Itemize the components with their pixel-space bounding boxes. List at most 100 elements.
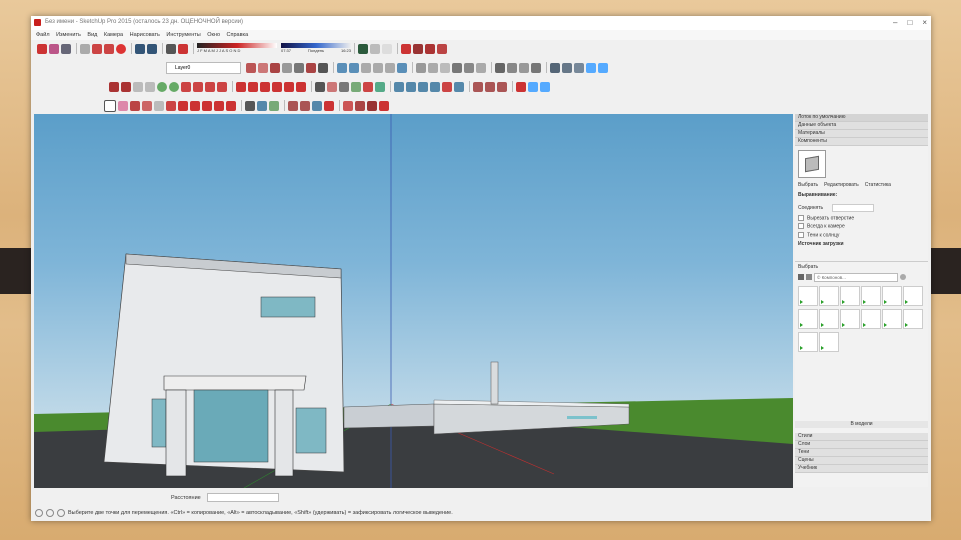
sandbox-icon[interactable] [519, 62, 529, 73]
minimize-button[interactable]: – [893, 18, 897, 27]
section-cut-icon[interactable] [574, 62, 584, 73]
shadow-date-slider[interactable]: J F M A M J J A S O N D [197, 42, 277, 55]
position-camera-icon[interactable] [473, 81, 483, 92]
section-scenes[interactable]: Сцены [795, 457, 928, 465]
warehouse-2-icon[interactable] [507, 62, 517, 73]
menu-help[interactable]: Справка [227, 32, 249, 38]
component-tile[interactable] [819, 285, 839, 306]
menu-view[interactable]: Вид [87, 32, 97, 38]
followme-2-icon[interactable] [226, 100, 236, 111]
component-tile[interactable] [798, 285, 818, 306]
offset-icon[interactable] [318, 62, 328, 73]
tab-statistics[interactable]: Статистика [865, 182, 891, 188]
shaded-icon[interactable] [452, 62, 462, 73]
section-plane-icon[interactable] [550, 62, 560, 73]
move-tool-icon[interactable] [236, 81, 246, 92]
rotated-rectangle-icon[interactable] [145, 81, 155, 92]
component-tile[interactable] [903, 308, 923, 329]
walk-icon[interactable] [485, 81, 495, 92]
glue-dropdown[interactable] [832, 204, 874, 212]
credits-icon[interactable] [46, 509, 54, 517]
warehouse-icon[interactable] [401, 43, 411, 54]
two-point-arc-icon[interactable] [193, 81, 203, 92]
toggle-terrain-icon[interactable] [528, 81, 538, 92]
back-view-icon[interactable] [385, 62, 395, 73]
layer-dropdown[interactable]: Layer0 [166, 61, 241, 74]
erase-icon[interactable] [116, 43, 126, 54]
shape-tool-icon[interactable] [154, 100, 164, 111]
open-file-icon[interactable] [49, 43, 59, 54]
new-file-icon[interactable] [37, 43, 47, 54]
pushpull-tool-icon[interactable] [248, 81, 258, 92]
model-info-icon[interactable] [178, 43, 188, 54]
zoom-icon[interactable] [418, 81, 428, 92]
freehand-icon[interactable] [121, 81, 131, 92]
3d-text-icon[interactable] [375, 81, 385, 92]
iso-view-icon[interactable] [337, 62, 347, 73]
shadow-time-slider[interactable]: 07:37 Полдень 16:23 [281, 42, 351, 55]
component-tile[interactable] [840, 308, 860, 329]
pencil-icon[interactable] [130, 100, 140, 111]
circle-icon[interactable] [157, 81, 167, 92]
share-model-icon[interactable] [413, 43, 423, 54]
section-materials[interactable]: Материалы [795, 130, 928, 138]
text-icon[interactable] [351, 81, 361, 92]
zoom-extents-2-icon[interactable] [324, 100, 334, 111]
search-icon[interactable] [900, 274, 906, 281]
component-tile[interactable] [882, 308, 902, 329]
select-arrow-icon[interactable] [104, 99, 116, 112]
cut-opening-checkbox[interactable] [798, 215, 804, 221]
paint-bucket-icon[interactable] [246, 62, 256, 73]
menu-edit[interactable]: Изменить [56, 32, 81, 38]
in-model-bar[interactable]: В модели [795, 421, 928, 428]
measurement-input[interactable] [206, 493, 279, 502]
component-tile[interactable] [819, 308, 839, 329]
component-tile[interactable] [861, 308, 881, 329]
text-2-icon[interactable] [257, 100, 267, 111]
arc-tool-icon[interactable] [142, 100, 152, 111]
tab-edit[interactable]: Редактировать [824, 182, 859, 188]
textured-icon[interactable] [464, 62, 474, 73]
home-icon[interactable] [806, 274, 812, 281]
copy-icon[interactable] [92, 43, 102, 54]
cut-icon[interactable] [80, 43, 90, 54]
move-2-icon[interactable] [178, 100, 188, 111]
section-shadows[interactable]: Тени [795, 449, 928, 457]
paint-2-icon[interactable] [269, 100, 279, 111]
component-search-input[interactable]: © Компонов... [814, 272, 898, 282]
component-icon[interactable] [358, 43, 368, 54]
extension-warehouse-icon[interactable] [425, 43, 435, 54]
tape-measure-icon[interactable] [315, 81, 325, 92]
orbit-2-icon[interactable] [288, 100, 298, 111]
save-icon[interactable] [61, 43, 71, 54]
section-styles[interactable]: Стили [795, 433, 928, 441]
pan-2-icon[interactable] [300, 100, 310, 111]
right-view-icon[interactable] [373, 62, 383, 73]
menu-file[interactable]: Файл [36, 32, 50, 38]
section-instructor[interactable]: Учебник [795, 465, 928, 473]
hidden-line-icon[interactable] [440, 62, 450, 73]
photo-texture-icon[interactable] [540, 81, 550, 92]
section-components[interactable]: Компоненты [795, 138, 928, 146]
scale-tool-icon[interactable] [284, 81, 294, 92]
display-section-icon[interactable] [562, 62, 572, 73]
xray-icon[interactable] [416, 62, 426, 73]
component-tile[interactable] [840, 285, 860, 306]
component-tile[interactable] [903, 285, 923, 306]
previous-view-icon[interactable] [454, 81, 464, 92]
left-view-icon[interactable] [397, 62, 407, 73]
extension-icon[interactable] [379, 100, 389, 111]
maximize-button[interactable]: □ [907, 18, 912, 27]
eraser-icon[interactable] [118, 100, 128, 111]
rotate-tool-icon[interactable] [260, 81, 270, 92]
pie-icon[interactable] [217, 81, 227, 92]
component-tile[interactable] [798, 308, 818, 329]
arc-icon[interactable] [181, 81, 191, 92]
monochrome-icon[interactable] [476, 62, 486, 73]
print-icon[interactable] [166, 43, 176, 54]
offset-2-icon[interactable] [214, 100, 224, 111]
component-tile[interactable] [798, 331, 818, 352]
protractor-icon[interactable] [339, 81, 349, 92]
orbit-icon[interactable] [394, 81, 404, 92]
component-tile[interactable] [861, 285, 881, 306]
